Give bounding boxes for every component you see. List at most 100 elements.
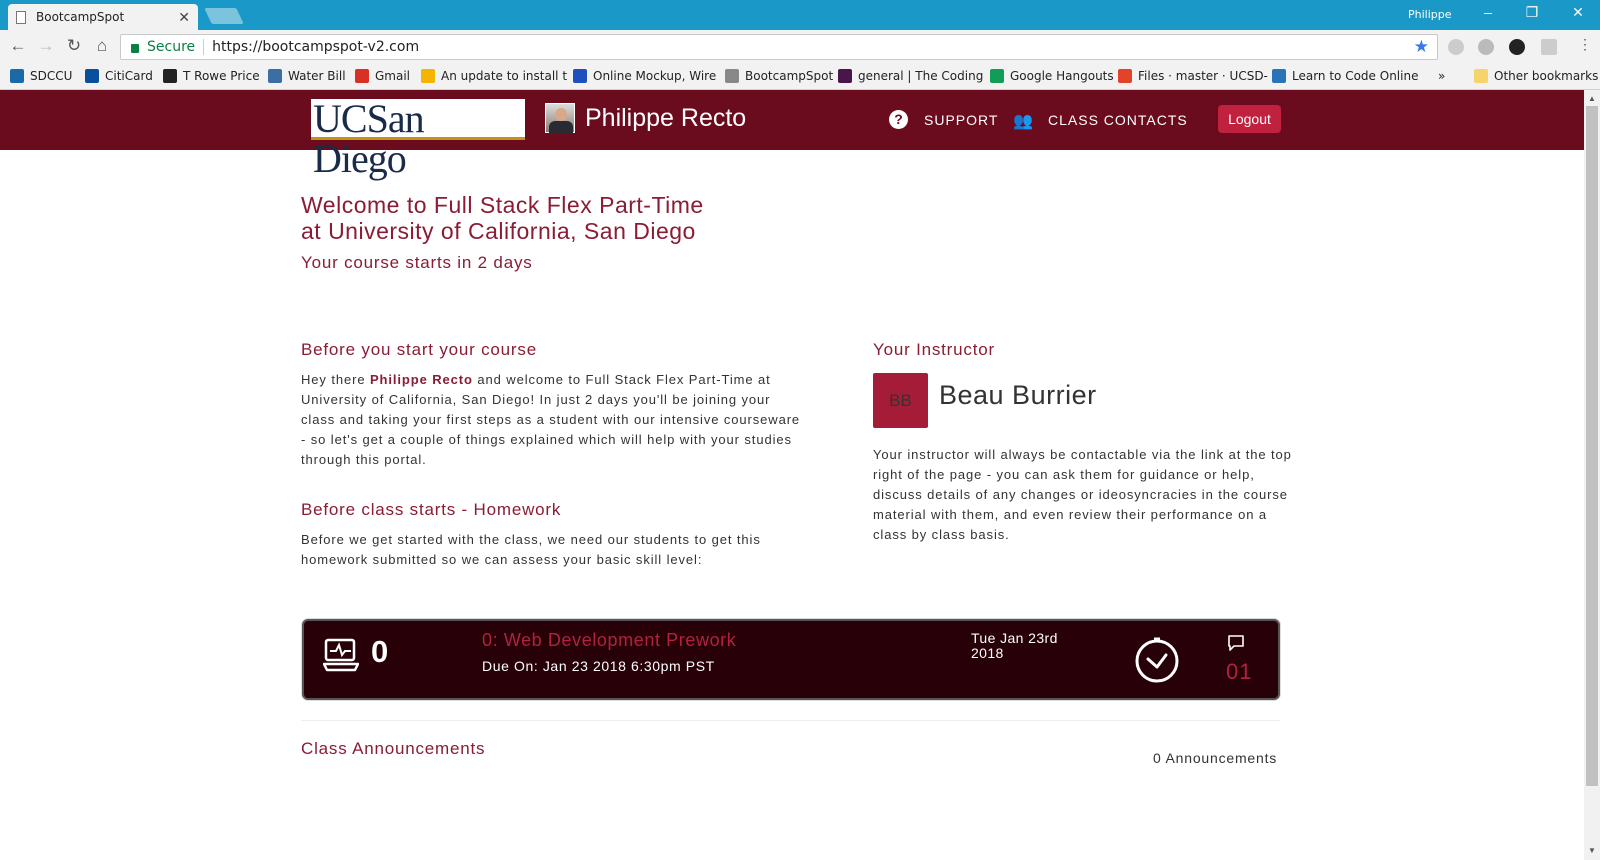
homework-heading: Before class starts - Homework xyxy=(301,500,562,519)
bookmark-item[interactable]: Water Bill xyxy=(268,69,346,83)
question-icon[interactable]: ? xyxy=(889,110,908,129)
laptop-pulse-icon xyxy=(323,638,359,672)
class-contacts-link[interactable]: CLASS CONTACTS xyxy=(1048,112,1188,128)
other-bookmarks-folder[interactable]: Other bookmarks xyxy=(1474,69,1598,83)
bookmark-favicon-icon xyxy=(10,69,24,83)
logout-button[interactable]: Logout xyxy=(1218,105,1281,133)
close-tab-icon[interactable]: ✕ xyxy=(178,9,190,26)
announcements-heading: Class Announcements xyxy=(301,739,486,758)
bookmark-item[interactable]: Google Hangouts xyxy=(990,69,1114,83)
bookmark-item[interactable]: SDCCU xyxy=(10,69,72,83)
bookmark-favicon-icon xyxy=(725,69,739,83)
comment-count: 01 xyxy=(1226,659,1253,684)
extension-icon-3[interactable] xyxy=(1509,39,1525,55)
bookmark-item[interactable]: Files · master · UCSD- xyxy=(1118,69,1268,83)
restore-icon[interactable]: ❐ xyxy=(1522,4,1542,21)
welcome-heading: Welcome to Full Stack Flex Part-Time at … xyxy=(301,192,704,244)
homework-date-line-2: 2018 xyxy=(971,645,1004,661)
scroll-thumb[interactable] xyxy=(1586,106,1598,786)
bookmark-item[interactable]: Learn to Code Online xyxy=(1272,69,1418,83)
scroll-down-icon[interactable]: ▼ xyxy=(1588,846,1596,855)
user-name: Philippe Recto xyxy=(585,104,747,132)
more-bookmarks-icon[interactable]: » xyxy=(1438,69,1445,83)
home-icon[interactable]: ⌂ xyxy=(91,36,113,56)
instructor-initials-badge: BB xyxy=(873,373,928,428)
comment-icon[interactable] xyxy=(1227,634,1247,652)
course-start-countdown: Your course starts in 2 days xyxy=(301,253,533,272)
reload-icon[interactable]: ↻ xyxy=(63,36,85,56)
site-header: UCSan Diego Philippe Recto ? SUPPORT 👥 C… xyxy=(0,90,1584,179)
scroll-up-icon[interactable]: ▲ xyxy=(1588,94,1596,103)
instructor-text: Your instructor will always be contactab… xyxy=(873,447,1292,542)
forward-icon[interactable]: → xyxy=(35,36,57,56)
close-window-icon[interactable]: ✕ xyxy=(1568,4,1588,21)
bookmark-item[interactable]: general | The Coding xyxy=(838,69,983,83)
new-tab-button[interactable] xyxy=(204,8,244,24)
homework-date: Tue Jan 23rd 2018 xyxy=(971,631,1058,661)
ucsd-logo[interactable]: UCSan Diego xyxy=(311,99,525,179)
bookmark-favicon-icon xyxy=(85,69,99,83)
bookmark-favicon-icon xyxy=(990,69,1004,83)
document-icon xyxy=(16,10,26,24)
bookmark-label: Gmail xyxy=(375,69,411,83)
other-bookmarks-label: Other bookmarks xyxy=(1494,69,1599,83)
bookmark-label: CitiCard xyxy=(105,69,153,83)
folder-icon xyxy=(1474,69,1488,83)
bookmark-label: Files · master · UCSD- xyxy=(1138,69,1268,83)
bookmark-favicon-icon xyxy=(421,69,435,83)
bookmark-favicon-icon xyxy=(838,69,852,83)
address-separator xyxy=(203,39,205,55)
bookmarks-bar: SDCCU CitiCard T Rowe Price Water Bill Gmail… xyxy=(0,64,1600,90)
bookmark-item[interactable]: Gmail xyxy=(355,69,410,83)
users-icon[interactable]: 👥 xyxy=(1013,111,1033,131)
section-divider xyxy=(301,720,1280,721)
bookmark-label: Online Mockup, Wire xyxy=(593,69,717,83)
bookmark-label: Google Hangouts xyxy=(1010,69,1114,83)
before-start-heading: Before you start your course xyxy=(301,340,537,359)
minimize-icon[interactable]: – xyxy=(1478,4,1498,20)
browser-tab[interactable]: BootcampSpot ✕ xyxy=(8,4,198,30)
extension-icon-2[interactable] xyxy=(1478,39,1494,55)
support-link[interactable]: SUPPORT xyxy=(924,112,998,128)
homework-date-line-1: Tue Jan 23rd xyxy=(971,630,1058,646)
user-avatar xyxy=(545,103,575,134)
welcome-line-2: at University of California, San Diego xyxy=(301,218,696,244)
bookmark-item[interactable]: CitiCard xyxy=(85,69,153,83)
profile-name[interactable]: Philippe xyxy=(1408,8,1452,21)
bookmark-item[interactable]: T Rowe Price xyxy=(163,69,260,83)
bookmark-item[interactable]: Online Mockup, Wire xyxy=(573,69,716,83)
bookmark-favicon-icon xyxy=(1272,69,1286,83)
bookmark-favicon-icon xyxy=(1118,69,1132,83)
bookmark-favicon-icon xyxy=(355,69,369,83)
homework-card[interactable]: 0 0: Web Development Prework Due On: Jan… xyxy=(302,619,1280,700)
instructor-heading: Your Instructor xyxy=(873,340,995,359)
bookmark-label: general | The Coding xyxy=(858,69,984,83)
bookmark-label: An update to install t xyxy=(441,69,568,83)
browser-titlebar: BootcampSpot ✕ Philippe – ❐ ✕ xyxy=(0,0,1600,30)
homework-title[interactable]: 0: Web Development Prework xyxy=(482,630,736,651)
bookmark-label: Water Bill xyxy=(288,69,346,83)
secure-label: Secure xyxy=(147,39,196,55)
bookmark-item[interactable]: An update to install t xyxy=(421,69,567,83)
back-icon[interactable]: ← xyxy=(7,36,29,56)
bookmark-favicon-icon xyxy=(163,69,177,83)
before-start-text: Hey there Philippe Recto and welcome to … xyxy=(301,372,801,467)
bookmark-label: Learn to Code Online xyxy=(1292,69,1419,83)
homework-text: Before we get started with the class, we… xyxy=(301,532,761,567)
homework-due-date: Due On: Jan 23 2018 6:30pm PST xyxy=(482,658,715,674)
bookmark-label: BootcampSpot xyxy=(745,69,834,83)
bookmark-favicon-icon xyxy=(573,69,587,83)
page-scrollbar[interactable]: ▲ ▼ xyxy=(1584,90,1600,860)
instructor-name: Beau Burrier xyxy=(939,380,1097,410)
url-text[interactable]: https://bootcampspot-v2.com xyxy=(212,39,419,55)
student-name: Philippe Recto xyxy=(369,372,473,387)
address-bar[interactable]: Secure https://bootcampspot-v2.com ★ xyxy=(120,34,1438,60)
bookmark-star-icon[interactable]: ★ xyxy=(1414,37,1429,57)
extension-icon-1[interactable] xyxy=(1448,39,1464,55)
extension-icon-4[interactable] xyxy=(1541,39,1557,55)
lock-icon xyxy=(131,43,139,53)
menu-icon[interactable]: ⋮ xyxy=(1574,36,1596,53)
bookmark-item[interactable]: BootcampSpot xyxy=(725,69,833,83)
welcome-line-1: Welcome to Full Stack Flex Part-Time xyxy=(301,192,704,218)
bookmark-label: SDCCU xyxy=(30,69,73,83)
